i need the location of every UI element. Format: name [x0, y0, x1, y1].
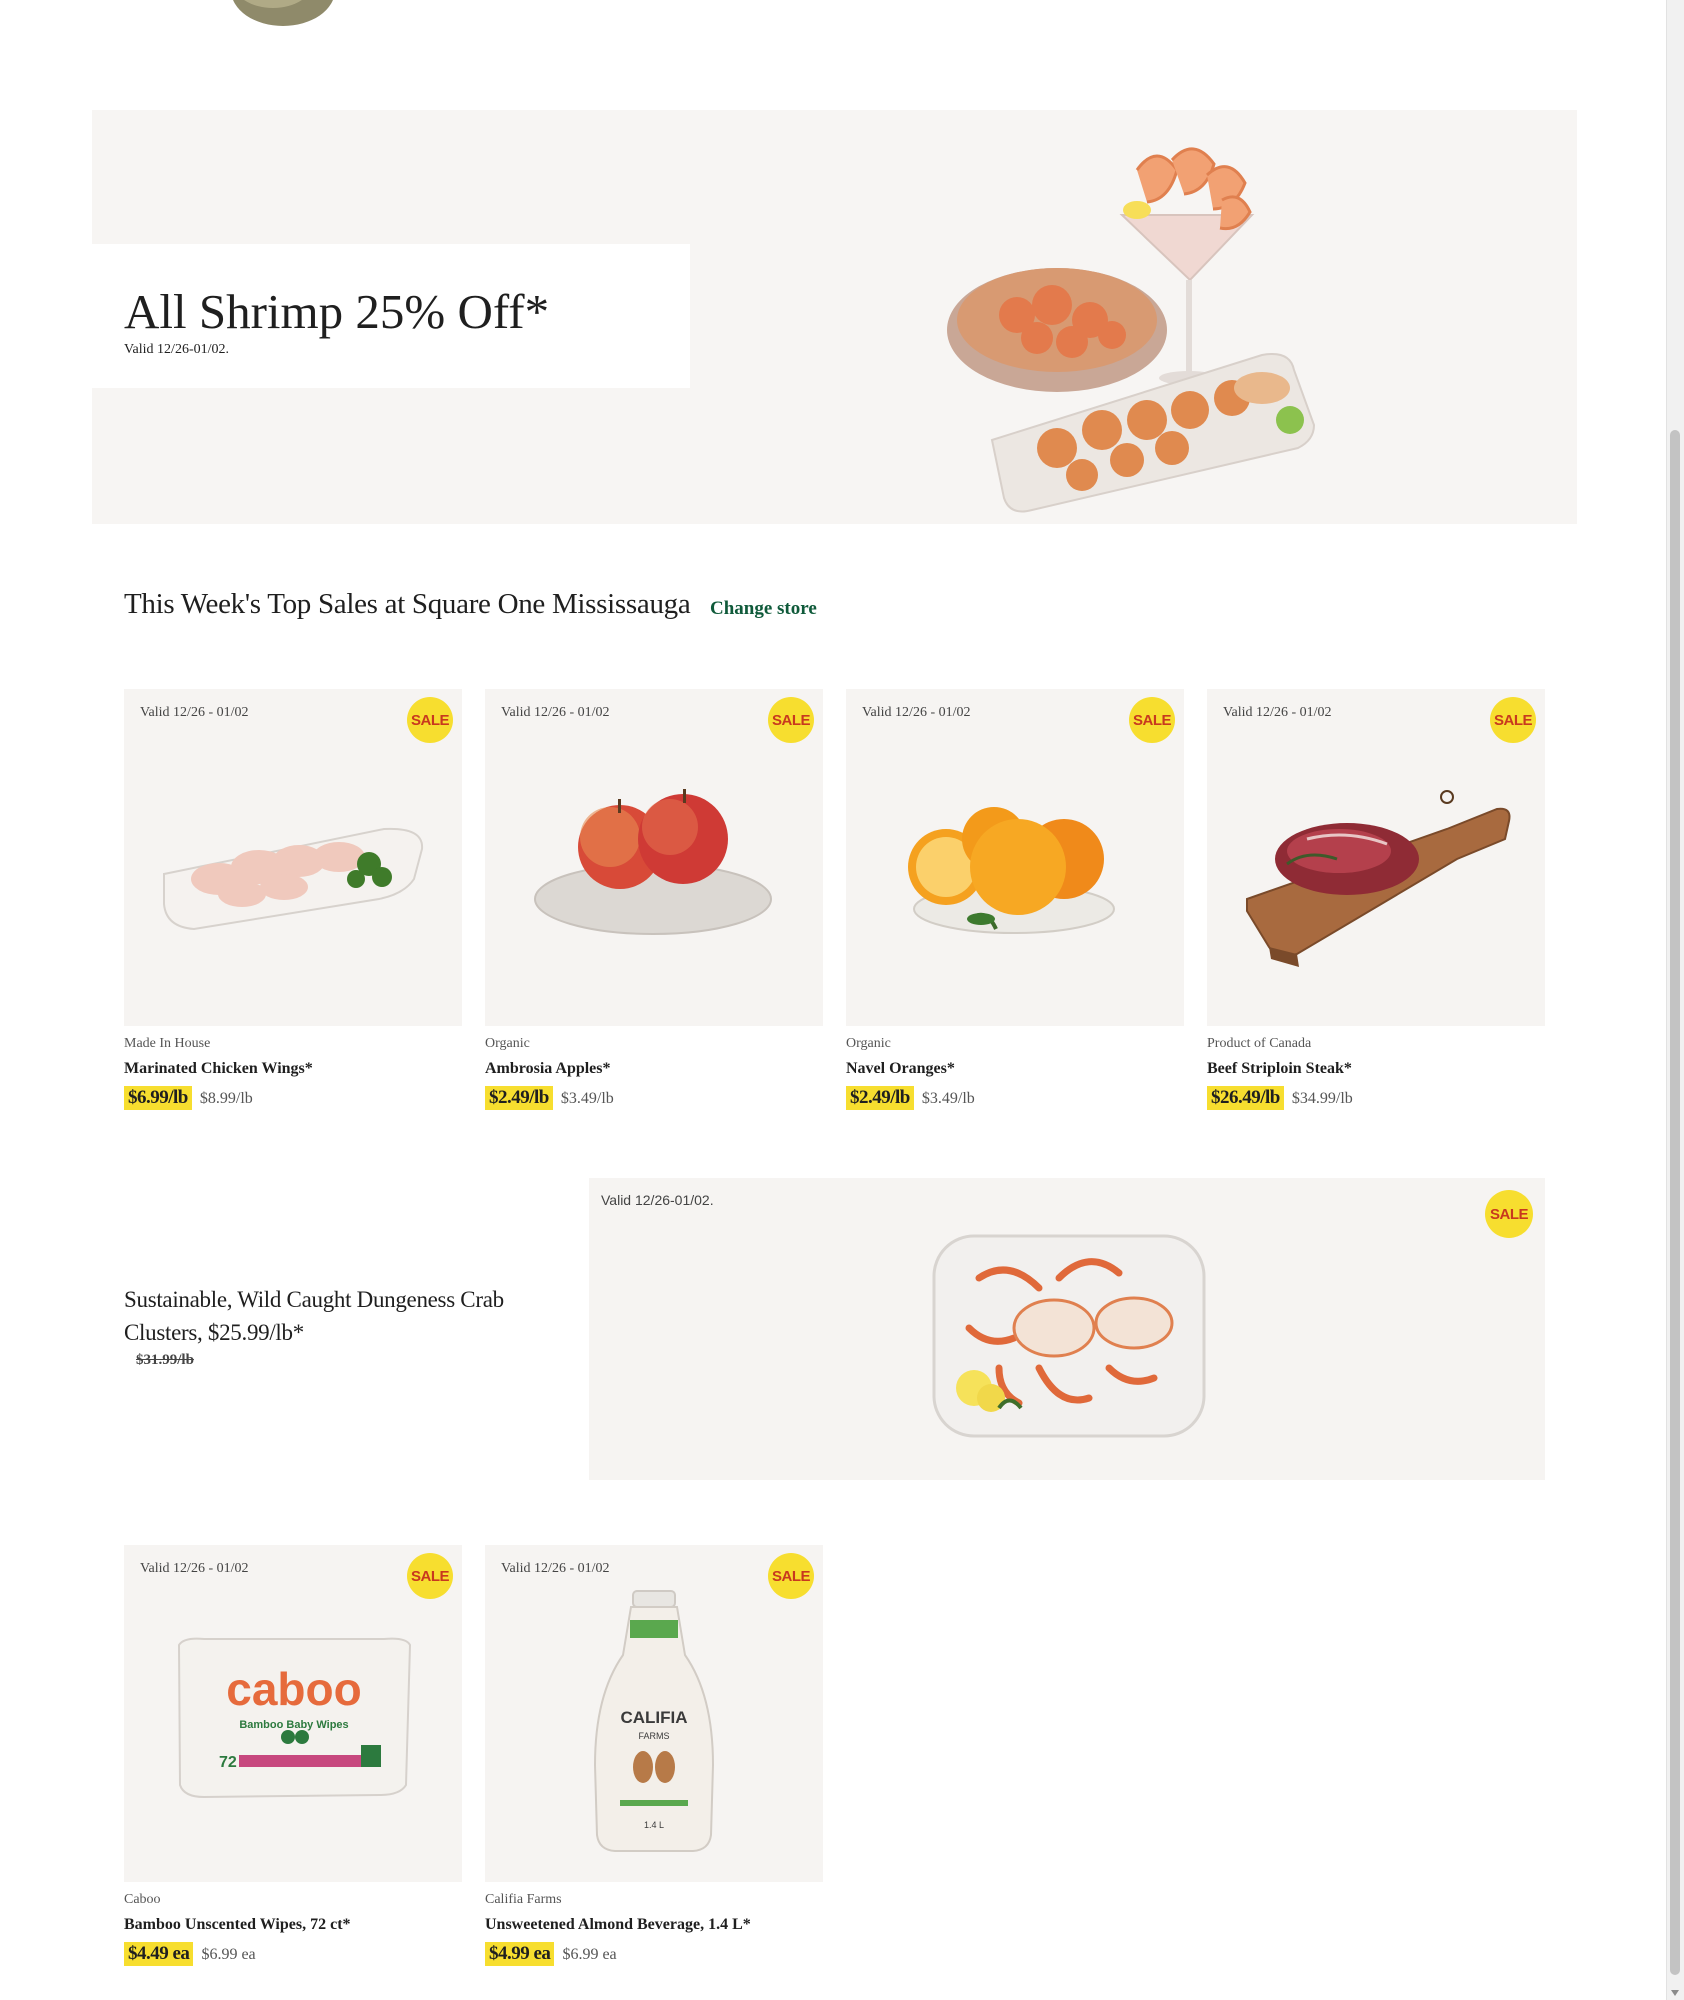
sale-price: $4.49 ea: [124, 1942, 194, 1966]
product-name[interactable]: Beef Striploin Steak*: [1207, 1060, 1545, 1078]
regular-price: $3.49/lb: [921, 1090, 975, 1107]
svg-text:FARMS: FARMS: [638, 1731, 669, 1741]
product-image-panel[interactable]: Valid 12/26 - 01/02 SALE: [124, 689, 462, 1026]
product-brand: Organic: [846, 1036, 891, 1051]
valid-date: Valid 12/26 - 01/02: [140, 705, 249, 720]
product-image-panel[interactable]: Valid 12/26 - 01/02 SALE: [846, 689, 1184, 1026]
product-brand: Organic: [485, 1036, 530, 1051]
steak-image: [1246, 790, 1511, 967]
svg-text:Bamboo Baby Wipes: Bamboo Baby Wipes: [239, 1719, 348, 1731]
price-row: $26.49/lb $34.99/lb: [1207, 1086, 1545, 1110]
product-name[interactable]: Bamboo Unscented Wipes, 72 ct*: [124, 1916, 462, 1934]
svg-text:caboo: caboo: [226, 1663, 361, 1715]
product-brand: Caboo: [124, 1892, 161, 1907]
hero-valid-date: Valid 12/26-01/02.: [124, 342, 229, 357]
price-row: $2.49/lb $3.49/lb: [846, 1086, 1184, 1110]
regular-price: $8.99/lb: [199, 1090, 253, 1107]
hero-title: All Shrimp 25% Off*: [124, 284, 550, 339]
valid-date: Valid 12/26 - 01/02: [140, 1561, 249, 1576]
product-card[interactable]: Valid 12/26 - 01/02 SALE Made In House M…: [124, 689, 462, 1110]
crab-platter-image: [932, 1234, 1206, 1438]
regular-price: $34.99/lb: [1291, 1090, 1353, 1107]
sale-price: $2.49/lb: [485, 1086, 553, 1110]
product-brand: Made In House: [124, 1036, 211, 1051]
sale-price: $26.49/lb: [1207, 1086, 1284, 1110]
feature-image-panel[interactable]: Valid 12/26-01/02. SALE: [589, 1178, 1545, 1480]
regular-price: $6.99 ea: [201, 1946, 256, 1963]
feature-was-price: $31.99/lb: [136, 1352, 194, 1368]
svg-text:CALIFIA: CALIFIA: [620, 1708, 687, 1727]
brand-logo-icon[interactable]: [225, 0, 345, 35]
sale-badge-icon: SALE: [407, 697, 453, 743]
scrollbar-thumb[interactable]: [1670, 430, 1680, 1975]
sale-price: $6.99/lb: [124, 1086, 192, 1110]
sale-badge-icon: SALE: [1129, 697, 1175, 743]
regular-price: $3.49/lb: [560, 1090, 614, 1107]
valid-date: Valid 12/26 - 01/02: [501, 1561, 610, 1576]
caboo-wipes-image: caboo Bamboo Baby Wipes 72: [177, 1637, 412, 1799]
product-brand: Product of Canada: [1207, 1036, 1312, 1051]
product-image-panel[interactable]: Valid 12/26 - 01/02 SALE: [1207, 689, 1545, 1026]
vertical-scrollbar[interactable]: [1666, 0, 1684, 2000]
svg-text:72: 72: [219, 1754, 237, 1771]
price-row: $6.99/lb $8.99/lb: [124, 1086, 462, 1110]
product-brand: Califia Farms: [485, 1892, 562, 1907]
feature-title[interactable]: Sustainable, Wild Caught Dungeness Crab …: [124, 1283, 524, 1349]
apples-image: [534, 789, 772, 935]
regular-price: $6.99 ea: [562, 1946, 617, 1963]
califia-bottle-image: CALIFIA FARMS 1.4 L: [593, 1590, 715, 1852]
product-card[interactable]: CALIFIA FARMS 1.4 L Valid 12/26 - 01/02 …: [485, 1545, 823, 1966]
product-image-panel[interactable]: CALIFIA FARMS 1.4 L Valid 12/26 - 01/02 …: [485, 1545, 823, 1882]
sale-badge-icon: SALE: [407, 1553, 453, 1599]
valid-date: Valid 12/26 - 01/02: [862, 705, 971, 720]
product-name[interactable]: Navel Oranges*: [846, 1060, 1184, 1078]
product-name[interactable]: Unsweetened Almond Beverage, 1.4 L*: [485, 1916, 823, 1934]
sale-badge-icon: SALE: [768, 697, 814, 743]
price-row: $4.49 ea $6.99 ea: [124, 1942, 462, 1966]
product-card[interactable]: Valid 12/26 - 01/02 SALE Organic Ambrosi…: [485, 689, 823, 1110]
valid-date: Valid 12/26 - 01/02: [1223, 705, 1332, 720]
sale-badge-icon: SALE: [1485, 1190, 1533, 1238]
product-card[interactable]: caboo Bamboo Baby Wipes 72 Valid 12/26 -…: [124, 1545, 462, 1966]
price-row: $4.99 ea $6.99 ea: [485, 1942, 823, 1966]
sale-badge-icon: SALE: [768, 1553, 814, 1599]
oranges-image: [908, 807, 1115, 934]
feature-valid-date: Valid 12/26-01/02.: [601, 1192, 714, 1208]
sale-badge-icon: SALE: [1490, 697, 1536, 743]
chicken-wings-image: [163, 827, 424, 931]
product-name[interactable]: Marinated Chicken Wings*: [124, 1060, 462, 1078]
svg-text:1.4 L: 1.4 L: [644, 1820, 664, 1830]
scroll-down-arrow-icon[interactable]: [1671, 1990, 1679, 1996]
product-name[interactable]: Ambrosia Apples*: [485, 1060, 823, 1078]
change-store-link[interactable]: Change store: [710, 598, 817, 620]
price-row: $2.49/lb $3.49/lb: [485, 1086, 823, 1110]
hero-text-card: All Shrimp 25% Off* Valid 12/26-01/02.: [92, 244, 690, 388]
sale-price: $4.99 ea: [485, 1942, 555, 1966]
product-image-panel[interactable]: Valid 12/26 - 01/02 SALE: [485, 689, 823, 1026]
hero-banner[interactable]: All Shrimp 25% Off* Valid 12/26-01/02.: [92, 110, 1577, 524]
product-image-panel[interactable]: caboo Bamboo Baby Wipes 72 Valid 12/26 -…: [124, 1545, 462, 1882]
section-title: This Week's Top Sales at Square One Miss…: [124, 588, 691, 620]
shrimp-platter-image: [947, 147, 1316, 513]
product-card[interactable]: Valid 12/26 - 01/02 SALE Organic Navel O…: [846, 689, 1184, 1110]
valid-date: Valid 12/26 - 01/02: [501, 705, 610, 720]
product-card[interactable]: Valid 12/26 - 01/02 SALE Product of Cana…: [1207, 689, 1545, 1110]
sale-price: $2.49/lb: [846, 1086, 914, 1110]
